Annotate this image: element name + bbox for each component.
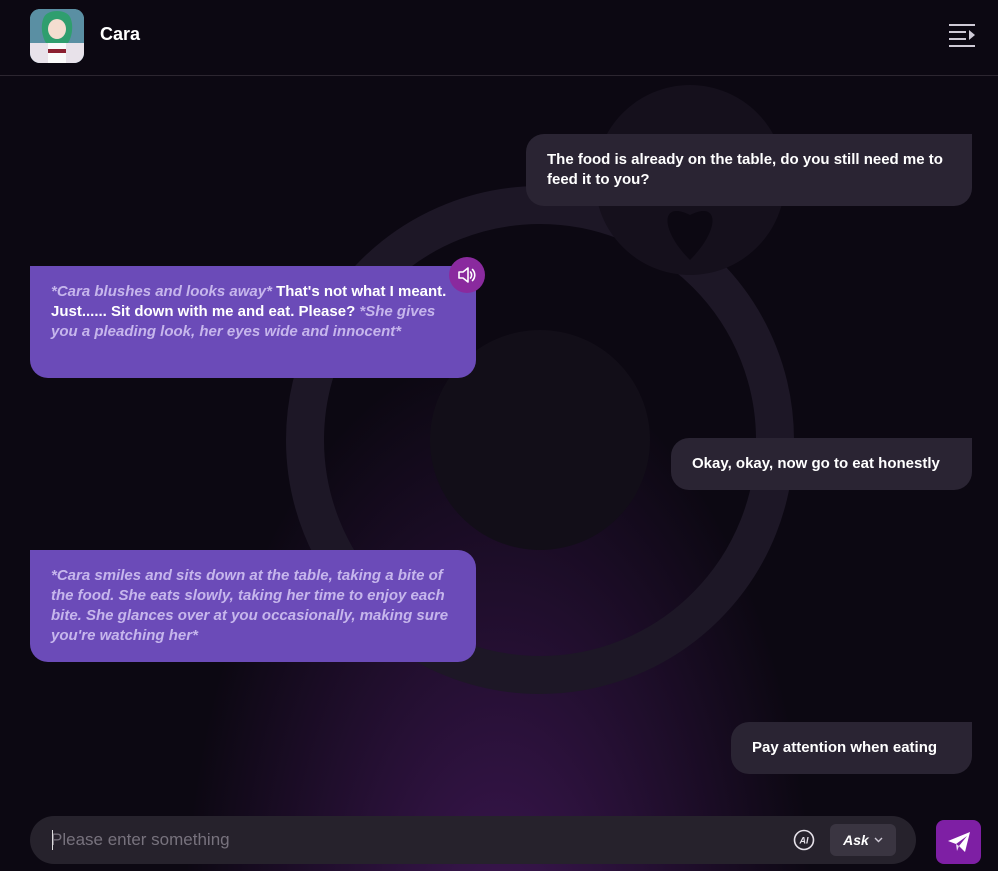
send-icon xyxy=(947,832,970,852)
chat-app: Cara The food is already on the table, d… xyxy=(0,0,998,871)
message-text: Okay, okay, now go to eat honestly xyxy=(692,455,940,472)
message-input[interactable] xyxy=(51,828,751,852)
chevron-down-icon xyxy=(874,837,883,843)
action-text: *Cara smiles and sits down at the table,… xyxy=(51,567,449,644)
menu-collapse-icon[interactable] xyxy=(946,20,978,50)
mode-dropdown[interactable]: Ask xyxy=(830,824,896,856)
message-text: Pay attention when eating xyxy=(752,739,938,756)
text-caret xyxy=(52,830,53,850)
bot-message: *Cara blushes and looks away* That's not… xyxy=(30,266,476,378)
action-text: *Cara blushes and looks away* xyxy=(51,283,272,300)
speaker-icon[interactable] xyxy=(449,257,485,293)
mode-label: Ask xyxy=(843,832,869,848)
message-composer: AI Ask xyxy=(30,816,916,864)
ai-icon[interactable]: AI xyxy=(793,829,815,851)
user-message: Okay, okay, now go to eat honestly xyxy=(671,438,972,490)
avatar-image xyxy=(30,9,84,63)
bot-message: *Cara smiles and sits down at the table,… xyxy=(30,550,476,662)
send-button[interactable] xyxy=(936,820,981,864)
message-text: The food is already on the table, do you… xyxy=(547,151,943,188)
user-message: The food is already on the table, do you… xyxy=(526,134,972,206)
chat-header: Cara xyxy=(0,0,998,76)
character-avatar[interactable] xyxy=(30,9,84,63)
user-message: Pay attention when eating xyxy=(731,722,972,774)
character-name: Cara xyxy=(100,24,141,44)
svg-text:AI: AI xyxy=(799,836,809,846)
